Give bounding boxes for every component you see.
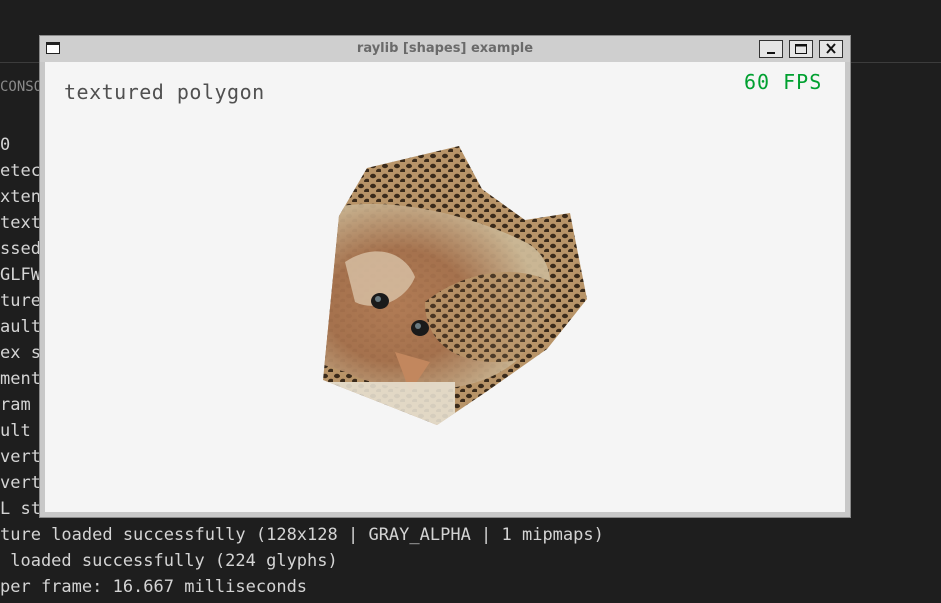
console-line: text: [0, 213, 41, 233]
title-bar[interactable]: raylib [shapes] example: [40, 36, 850, 62]
console-line: GLFW: [0, 265, 41, 285]
console-line: ex s: [0, 343, 41, 363]
console-line: ault: [0, 317, 41, 337]
console-line: etec: [0, 161, 41, 181]
close-button[interactable]: [819, 40, 843, 58]
console-line: ult: [0, 421, 41, 441]
window-title: raylib [shapes] example: [356, 41, 534, 56]
canvas[interactable]: textured polygon 60 FPS: [45, 62, 845, 512]
close-icon: [826, 43, 836, 54]
console-line: L st: [0, 499, 41, 519]
console-line: ment: [0, 369, 41, 389]
console-line: vert: [0, 473, 41, 493]
console-line: ture: [0, 291, 41, 311]
console-tab-label: CONSO: [0, 79, 43, 95]
console-line: loaded successfully (224 glyphs): [0, 551, 338, 571]
textured-polygon: [323, 146, 587, 425]
console-line: 0: [0, 135, 11, 155]
minimize-icon: [767, 52, 775, 54]
maximize-icon: [795, 44, 807, 54]
console-line: ssed: [0, 239, 41, 259]
console-line: per frame: 16.667 milliseconds: [0, 577, 308, 597]
console-line: ture loaded successfully (128x128 | GRAY…: [0, 525, 604, 545]
console-line: vert: [0, 447, 41, 467]
raylib-window[interactable]: raylib [shapes] example textured polygon…: [39, 35, 851, 518]
console-line: xten: [0, 187, 41, 207]
maximize-button[interactable]: [789, 40, 813, 58]
console-line: ram: [0, 395, 41, 415]
minimize-button[interactable]: [759, 40, 783, 58]
